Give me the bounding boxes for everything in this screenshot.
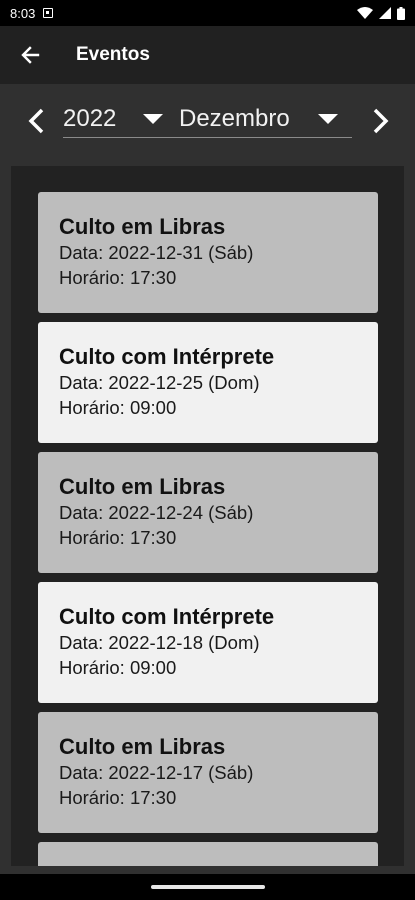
event-time: Horário: 17:30 xyxy=(59,527,177,548)
event-date: Data: 2022-12-25 (Dom) xyxy=(59,372,260,393)
status-time: 8:03 xyxy=(10,5,36,21)
caret-down-icon xyxy=(143,113,163,124)
event-title: Culto em Libras xyxy=(59,734,226,759)
home-gesture-handle[interactable] xyxy=(150,885,265,889)
event-card[interactable]: Culto com Intérprete Data: 2022-12-18 (D… xyxy=(38,582,378,703)
event-card-partial[interactable] xyxy=(38,842,378,866)
page-title: Eventos xyxy=(76,44,150,65)
next-month-button[interactable] xyxy=(361,96,401,146)
month-dropdown[interactable]: Dezembro xyxy=(179,100,352,138)
wifi-icon xyxy=(357,7,373,19)
caret-down-icon xyxy=(318,113,338,124)
event-title: Culto com Intérprete xyxy=(59,604,275,629)
event-title: Culto em Libras xyxy=(59,214,226,239)
event-time: Horário: 17:30 xyxy=(59,787,177,808)
year-value: 2022 xyxy=(63,104,117,132)
back-button[interactable] xyxy=(0,26,60,84)
event-card[interactable]: Culto em Libras Data: 2022-12-17 (Sáb) H… xyxy=(38,712,378,833)
battery-icon xyxy=(397,6,405,20)
month-value: Dezembro xyxy=(179,104,290,132)
signal-icon xyxy=(379,7,391,19)
event-card[interactable]: Culto com Intérprete Data: 2022-12-25 (D… xyxy=(38,322,378,443)
chevron-left-icon xyxy=(28,108,44,134)
events-list[interactable]: Culto em Libras Data: 2022-12-31 (Sáb) H… xyxy=(11,166,404,866)
arrow-back-icon xyxy=(21,46,40,64)
event-date: Data: 2022-12-18 (Dom) xyxy=(59,632,260,653)
year-dropdown[interactable]: 2022 xyxy=(63,100,179,138)
event-date: Data: 2022-12-31 (Sáb) xyxy=(59,242,254,263)
event-card[interactable]: Culto em Libras Data: 2022-12-31 (Sáb) H… xyxy=(38,192,378,313)
app-bar: Eventos xyxy=(0,26,415,84)
chevron-right-icon xyxy=(373,108,389,134)
event-time: Horário: 09:00 xyxy=(59,657,177,678)
event-title: Culto com Intérprete xyxy=(59,344,275,369)
date-selector: 2022 Dezembro xyxy=(0,84,415,156)
status-bar: 8:03 xyxy=(0,0,415,26)
notification-icon xyxy=(43,8,54,18)
event-title: Culto em Libras xyxy=(59,474,226,499)
system-nav-bar xyxy=(0,874,415,900)
event-card[interactable]: Culto em Libras Data: 2022-12-24 (Sáb) H… xyxy=(38,452,378,573)
event-time: Horário: 17:30 xyxy=(59,267,177,288)
event-date: Data: 2022-12-17 (Sáb) xyxy=(59,762,254,783)
event-date: Data: 2022-12-24 (Sáb) xyxy=(59,502,254,523)
event-time: Horário: 09:00 xyxy=(59,397,177,418)
previous-month-button[interactable] xyxy=(16,96,56,146)
